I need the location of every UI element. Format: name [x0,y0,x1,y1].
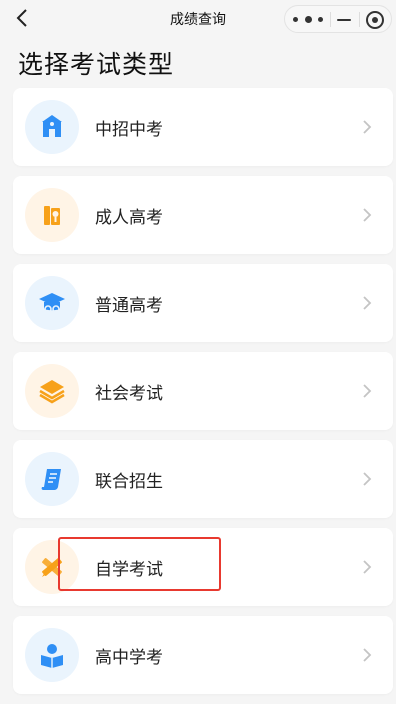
icon-bg [25,364,79,418]
graduation-cap-icon [39,293,65,313]
exam-item-chengren[interactable]: 成人高考 [13,176,393,254]
exam-item-gaozhong[interactable]: 高中学考 [13,616,393,694]
navigation-bar: 成绩查询 [0,0,396,36]
school-building-icon [42,115,62,137]
exam-label: 联合招生 [95,472,163,492]
exam-label: 中招中考 [95,120,163,140]
icon-bg [25,540,79,594]
chevron-right-icon [363,384,372,398]
minimize-icon[interactable] [337,13,351,27]
layers-stack-icon [39,380,65,404]
books-certificate-icon [44,206,60,225]
exam-label: 社会考试 [95,384,163,404]
exam-item-lianhe[interactable]: 联合招生 [13,440,393,518]
more-dots-icon[interactable] [293,12,323,26]
icon-bg [25,188,79,242]
document-scroll-icon [41,469,61,490]
icon-bg [25,628,79,682]
exam-label: 高中学考 [95,648,163,668]
chevron-right-icon [363,560,372,574]
reading-person-icon [41,644,63,668]
exam-item-shehui[interactable]: 社会考试 [13,352,393,430]
exam-label: 普通高考 [95,296,163,316]
exam-item-zhongzhao[interactable]: 中招中考 [13,88,393,166]
chevron-right-icon [363,648,372,662]
exam-label: 成人高考 [95,208,163,228]
chevron-right-icon [363,296,372,310]
exam-item-zixue[interactable]: 自学考试 [13,528,393,606]
exam-item-putong[interactable]: 普通高考 [13,264,393,342]
pencil-ruler-icon [42,558,62,577]
chevron-right-icon [363,120,372,134]
icon-bg [25,100,79,154]
chevron-right-icon [363,208,372,222]
page-title: 选择考试类型 [18,50,175,79]
exam-type-list: 中招中考 成人高考 普通高考 社会考试 联合招生 自学考试 高中学考 [13,88,393,704]
capsule-menu [284,5,392,33]
exam-label: 自学考试 [95,560,163,580]
icon-bg [25,452,79,506]
icon-bg [25,276,79,330]
chevron-right-icon [363,472,372,486]
close-circle-icon[interactable] [366,11,384,29]
